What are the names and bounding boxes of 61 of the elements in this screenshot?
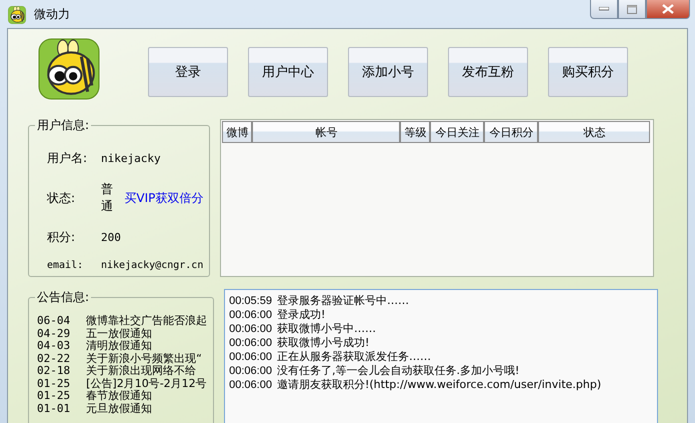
- log-message: 获取微博小号成功!: [276, 336, 370, 350]
- log-time: 00:06:00: [229, 322, 272, 336]
- log-message: 邀请朋友获取积分!(http://www.weiforce.com/user/invite.php): [276, 378, 602, 392]
- notice-link[interactable]: 关于新浪小号频繁出现“: [86, 352, 202, 365]
- log-time: 00:06:00: [229, 378, 272, 392]
- field-value: nikejacky: [101, 152, 162, 165]
- notice-date: 01-25: [37, 378, 70, 390]
- notice-date: 06-04: [37, 315, 70, 328]
- notice-link[interactable]: 春节放假通知: [86, 390, 152, 402]
- notice-link[interactable]: [公告]2月10号-2月12号: [86, 378, 207, 390]
- field-label: email:: [47, 260, 84, 271]
- toolbar-button[interactable]: 用户中心: [248, 47, 328, 97]
- toolbar-button[interactable]: 添加小号: [348, 47, 428, 97]
- field-label: 积分:: [47, 229, 76, 246]
- field-value: 200: [101, 231, 122, 244]
- notice-date: 04-03: [37, 340, 70, 352]
- minimize-icon: [599, 7, 609, 11]
- field-label: 状态:: [47, 190, 76, 206]
- log-time: 00:05:59: [229, 294, 272, 308]
- maximize-icon: [627, 4, 637, 14]
- notice-link[interactable]: 清明放假通知: [86, 340, 152, 352]
- app-icon: [8, 6, 26, 24]
- status-value: 普通: [101, 181, 114, 215]
- log-time: 00:06:00: [229, 336, 272, 350]
- panel-legend: 公告信息:: [35, 289, 92, 306]
- toolbar-button[interactable]: 登录: [148, 47, 228, 97]
- toolbar-button[interactable]: 发布互粉: [448, 47, 528, 97]
- panel-legend: 用户信息:: [35, 117, 92, 134]
- log-message: 登录成功!: [276, 308, 326, 322]
- log-time: 00:06:00: [229, 350, 272, 364]
- toolbar-button[interactable]: 购买积分: [548, 47, 628, 97]
- log-time: 00:06:00: [229, 364, 272, 378]
- notice-link[interactable]: 元旦放假通知: [86, 402, 152, 415]
- notice-date: 02-22: [37, 352, 70, 365]
- bee-logo: [38, 38, 100, 100]
- field-label: 用户名:: [47, 150, 88, 167]
- log-message: 登录服务器验证帐号中……: [276, 294, 409, 308]
- close-button[interactable]: [646, 0, 690, 19]
- notice-date: 01-01: [37, 402, 70, 415]
- column-header[interactable]: 帐号: [252, 121, 400, 143]
- notice-link[interactable]: 微博靠社交广告能否浪起: [86, 315, 208, 328]
- column-header[interactable]: 状态: [538, 121, 650, 143]
- notice-link[interactable]: 关于新浪出现网络不给: [86, 365, 196, 378]
- close-icon: [662, 4, 674, 14]
- column-header[interactable]: 今日积分: [484, 121, 538, 143]
- field-value: nikejacky@cngr.cn: [101, 260, 204, 271]
- notice-link[interactable]: 五一放假通知: [86, 328, 152, 340]
- log-message: 获取微博小号中……: [276, 322, 376, 336]
- vip-link[interactable]: 买VIP获双倍分: [124, 190, 204, 206]
- minimize-button[interactable]: [590, 0, 618, 19]
- column-header[interactable]: 微博: [222, 121, 252, 143]
- maximize-button[interactable]: [618, 0, 646, 19]
- log-message: 没有任务了,等一会儿会自动获取任务.多加小号哦!: [276, 364, 520, 378]
- column-header[interactable]: 等级: [400, 121, 430, 143]
- column-header[interactable]: 今日关注: [430, 121, 484, 143]
- window-title: 微动力: [34, 6, 70, 23]
- notice-date: 04-29: [37, 328, 70, 340]
- notice-date: 01-25: [37, 390, 70, 402]
- notice-date: 02-18: [37, 365, 70, 378]
- log-time: 00:06:00: [229, 308, 272, 322]
- log-message: 正在从服务器获取派发任务……: [276, 350, 431, 364]
